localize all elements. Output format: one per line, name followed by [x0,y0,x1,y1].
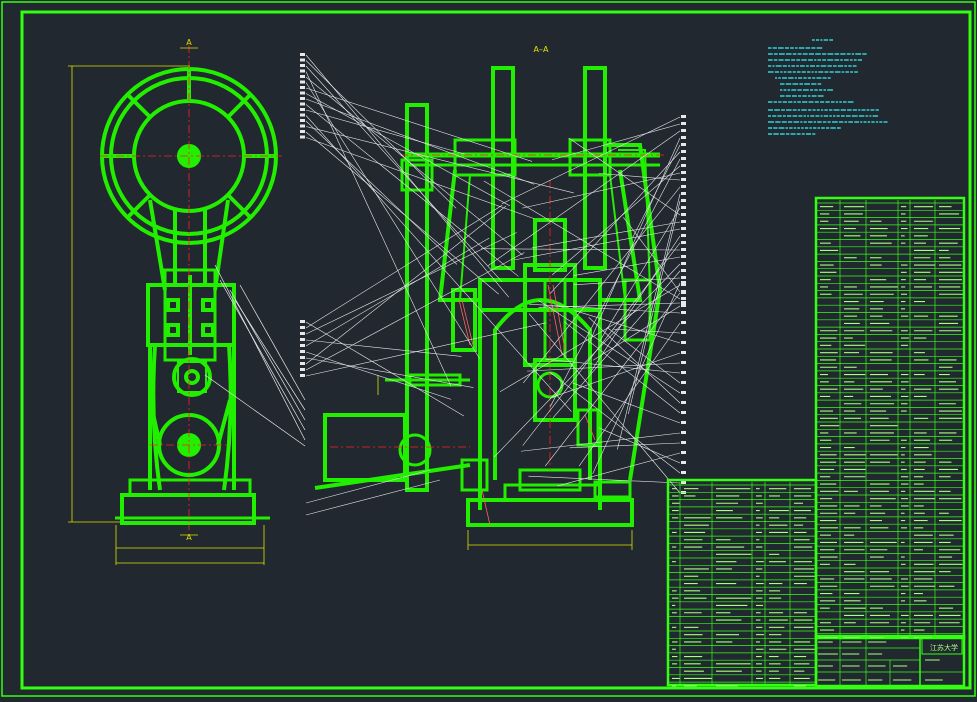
balloon-mark [681,451,686,454]
title-block-school: 江苏大学 [930,643,958,652]
balloon-mark [300,356,305,359]
balloon-mark [300,75,305,78]
section-view-label: A–A [534,45,549,54]
balloon-mark [681,391,686,394]
balloon-mark [681,157,686,160]
balloon-mark [681,441,686,444]
balloon-mark [681,461,686,464]
drawing-canvas: A A A–A 江苏大学 [0,0,977,698]
balloon-mark [300,64,305,67]
front-view-leaders [204,264,306,447]
balloon-mark [300,58,305,62]
balloon-mark [681,143,686,146]
balloon-mark [300,332,305,335]
front-view-label: A [186,38,192,47]
balloon-mark [300,368,305,371]
balloon-mark [681,481,686,484]
balloon-mark [681,241,686,244]
balloon-mark [300,130,305,133]
balloon-mark [300,374,305,377]
technical-notes [768,39,888,135]
balloon-mark [681,381,686,384]
balloon-mark [681,227,686,230]
balloon-mark [300,119,305,122]
balloon-mark [681,331,686,334]
balloon-mark [681,421,686,424]
balloon-mark [681,150,686,153]
balloon-mark [300,113,305,117]
balloon-mark [681,341,686,344]
balloon-mark [681,171,686,174]
balloon-mark [300,86,305,89]
balloon-mark [681,206,686,209]
balloon-mark [681,199,686,202]
balloon-mark [681,431,686,434]
balloon-mark [681,164,686,167]
balloon-mark [681,248,686,251]
balloon-mark [681,351,686,354]
balloon-mark [300,362,305,365]
balloon-mark [300,108,305,111]
balloon-mark [300,91,305,95]
balloon-mark [681,192,686,195]
balloon-mark [681,115,686,118]
balloon-mark [681,311,686,314]
balloon-mark [681,411,686,414]
balloon-mark [300,338,305,341]
balloon-mark [681,276,686,279]
balloon-mark [300,97,305,100]
parts-list-right [814,196,966,640]
balloon-mark [681,321,686,324]
balloon-mark [300,102,305,106]
balloon-mark [300,344,305,347]
balloon-mark [300,69,305,73]
balloon-mark [300,53,305,56]
balloon-mark [300,124,305,128]
balloon-mark [681,297,686,300]
balloon-mark [681,234,686,237]
balloon-mark [681,213,686,216]
balloon-mark [300,350,305,353]
balloon-mark [300,80,305,84]
balloon-mark [681,255,686,258]
balloon-mark [300,135,305,139]
balloon-mark [681,304,686,307]
front-view-bottom-label: A [186,533,192,542]
balloon-mark [681,122,686,125]
balloon-mark [681,291,686,294]
balloon-mark [681,301,686,304]
balloon-mark [681,220,686,223]
balloon-mark [681,178,686,181]
parts-list-left [666,478,818,687]
balloon-mark [681,361,686,364]
balloon-mark [681,136,686,139]
balloon-mark [681,281,686,284]
balloon-mark [681,371,686,374]
balloon-mark [300,320,305,323]
balloon-mark [681,262,686,265]
balloon-mark [681,401,686,404]
balloon-mark [300,326,305,329]
balloon-mark [681,269,686,272]
balloon-mark [681,129,686,132]
balloon-mark [681,471,686,474]
balloon-mark [681,185,686,188]
